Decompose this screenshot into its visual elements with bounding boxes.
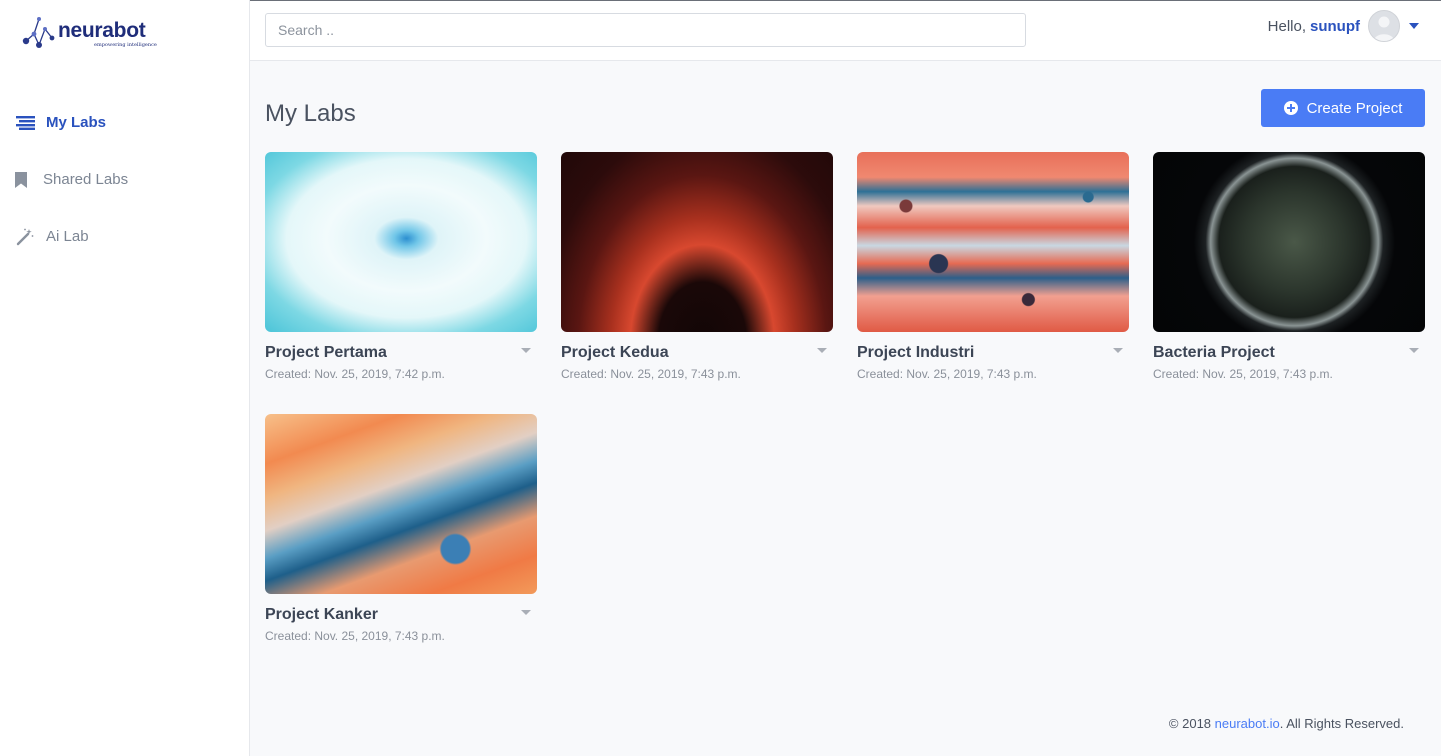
project-title[interactable]: Project Industri xyxy=(857,344,1129,364)
sidebar: neurabot empowering intelligence My Labs xyxy=(0,0,250,756)
project-title[interactable]: Project Pertama xyxy=(265,344,537,364)
project-card[interactable]: Project Kanker Created: Nov. 25, 2019, 7… xyxy=(265,414,537,643)
sidebar-item-my-labs[interactable]: My Labs xyxy=(0,94,249,151)
magic-wand-icon xyxy=(14,227,36,247)
project-card[interactable]: Bacteria Project Created: Nov. 25, 2019,… xyxy=(1153,152,1425,381)
username: sunupf xyxy=(1310,17,1360,35)
footer: © 2018 neurabot.io. All Rights Reserved. xyxy=(1169,716,1404,731)
project-thumbnail[interactable] xyxy=(265,414,537,594)
caret-down-icon[interactable] xyxy=(521,348,531,353)
project-created-date: Created: Nov. 25, 2019, 7:43 p.m. xyxy=(561,367,741,381)
sidebar-nav: My Labs Shared Labs Ai Lab xyxy=(0,94,249,265)
caret-down-icon[interactable] xyxy=(817,348,827,353)
project-created-date: Created: Nov. 25, 2019, 7:43 p.m. xyxy=(1153,367,1333,381)
copyright-text: © 2018 xyxy=(1168,716,1215,731)
bookmark-icon xyxy=(15,170,33,190)
chevron-down-icon[interactable] xyxy=(1409,23,1419,29)
page-title: My Labs xyxy=(265,100,356,127)
project-thumbnail[interactable] xyxy=(1153,152,1425,332)
brand-tagline: empowering intelligence xyxy=(94,42,157,48)
avatar[interactable] xyxy=(1368,10,1400,42)
project-thumbnail[interactable] xyxy=(561,152,833,332)
sidebar-item-label: My Labs xyxy=(46,114,107,131)
stack-icon xyxy=(14,113,36,133)
user-silhouette-icon xyxy=(1374,16,1394,41)
project-card[interactable]: Project Kedua Created: Nov. 25, 2019, 7:… xyxy=(561,152,833,381)
project-created-date: Created: Nov. 25, 2019, 7:42 p.m. xyxy=(265,367,445,381)
project-created-date: Created: Nov. 25, 2019, 7:43 p.m. xyxy=(857,367,1037,381)
create-project-label: Create Project xyxy=(1306,99,1403,117)
project-title[interactable]: Project Kedua xyxy=(561,344,833,364)
brand-name: neurabot xyxy=(58,19,146,42)
neurabot-logo[interactable]: neurabot empowering intelligence xyxy=(22,16,157,50)
caret-down-icon[interactable] xyxy=(1409,348,1419,353)
footer-link[interactable]: neurabot.io xyxy=(1215,716,1280,731)
greeting-text: Hello, xyxy=(1267,17,1306,35)
sidebar-item-ai-lab[interactable]: Ai Lab xyxy=(0,208,249,265)
plus-circle-icon xyxy=(1283,101,1298,115)
create-project-button[interactable]: Create Project xyxy=(1261,89,1425,127)
project-thumbnail[interactable] xyxy=(265,152,537,332)
top-bar: Hello, sunupf xyxy=(250,0,1441,61)
search-input[interactable] xyxy=(265,13,1026,47)
project-card[interactable]: Project Industri Created: Nov. 25, 2019,… xyxy=(857,152,1129,381)
user-menu[interactable]: Hello, sunupf xyxy=(1268,10,1419,42)
project-thumbnail[interactable] xyxy=(857,152,1129,332)
caret-down-icon[interactable] xyxy=(1113,348,1123,353)
project-title[interactable]: Bacteria Project xyxy=(1153,344,1425,364)
caret-down-icon[interactable] xyxy=(521,610,531,615)
project-created-date: Created: Nov. 25, 2019, 7:43 p.m. xyxy=(265,629,445,643)
sidebar-item-label: Shared Labs xyxy=(43,171,129,188)
rights-text: . All Rights Reserved. xyxy=(1279,716,1404,731)
sidebar-item-label: Ai Lab xyxy=(46,228,89,245)
project-title[interactable]: Project Kanker xyxy=(265,606,537,626)
neurabot-logo-icon xyxy=(22,17,55,48)
project-card[interactable]: Project Pertama Created: Nov. 25, 2019, … xyxy=(265,152,537,381)
sidebar-item-shared-labs[interactable]: Shared Labs xyxy=(0,151,249,208)
